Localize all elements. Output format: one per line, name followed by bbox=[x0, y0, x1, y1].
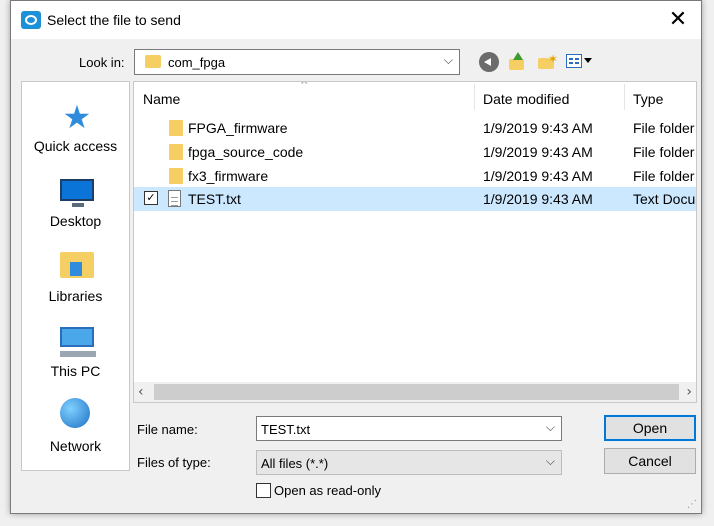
file-type-value: All files (*.*) bbox=[261, 456, 329, 471]
file-type: File folder bbox=[633, 144, 695, 160]
places-bar: ★ Quick access Desktop Libraries This PC… bbox=[21, 81, 130, 471]
open-button[interactable]: Open bbox=[604, 415, 696, 441]
row-checkbox[interactable]: ✓ bbox=[144, 191, 158, 205]
cancel-button[interactable]: Cancel bbox=[604, 448, 696, 474]
this-pc-icon bbox=[60, 327, 96, 357]
sort-ascending-icon: ^ bbox=[300, 81, 309, 91]
file-name-label: File name: bbox=[137, 422, 198, 437]
back-icon[interactable] bbox=[479, 52, 499, 72]
file-date: 1/9/2019 9:43 AM bbox=[483, 120, 593, 136]
column-header-type[interactable]: Type bbox=[633, 82, 663, 112]
folder-icon bbox=[145, 55, 161, 68]
place-label: Network bbox=[49, 438, 102, 454]
network-icon bbox=[60, 398, 90, 428]
resize-grip-icon[interactable]: ⋰ bbox=[687, 499, 697, 510]
place-label: Libraries bbox=[48, 288, 103, 304]
open-readonly-checkbox[interactable] bbox=[256, 483, 271, 498]
place-libraries[interactable]: Libraries bbox=[22, 238, 129, 312]
new-folder-icon[interactable]: ✶ bbox=[537, 52, 558, 72]
file-name: fpga_source_code bbox=[188, 144, 304, 160]
chevron-down-icon: ⌵ bbox=[443, 53, 453, 67]
file-type-select[interactable]: All files (*.*) ⌵ bbox=[256, 450, 562, 475]
place-quick-access[interactable]: ★ Quick access bbox=[22, 88, 129, 162]
place-network[interactable]: Network bbox=[22, 388, 129, 462]
file-name: fx3_firmware bbox=[188, 168, 269, 184]
file-date: 1/9/2019 9:43 AM bbox=[483, 168, 593, 184]
file-type: Text Docu bbox=[633, 191, 696, 207]
chevron-down-icon[interactable]: ⌵ bbox=[546, 420, 555, 435]
file-name: TEST.txt bbox=[188, 191, 241, 207]
look-in-combo[interactable]: com_fpga ⌵ bbox=[134, 49, 460, 75]
chevron-down-icon[interactable]: ⌵ bbox=[546, 454, 555, 469]
column-divider[interactable] bbox=[624, 84, 625, 110]
quick-access-icon: ★ bbox=[62, 98, 92, 136]
text-file-icon bbox=[168, 190, 181, 207]
close-button[interactable]: ✕ bbox=[655, 1, 701, 39]
folder-icon bbox=[169, 168, 183, 184]
file-type: File folder bbox=[633, 168, 695, 184]
file-name: FPGA_firmware bbox=[188, 120, 288, 136]
scroll-left-icon[interactable]: ‹ bbox=[138, 382, 144, 402]
up-folder-icon[interactable] bbox=[507, 52, 527, 72]
column-header-date[interactable]: Date modified bbox=[483, 82, 569, 112]
scroll-right-icon[interactable]: › bbox=[686, 382, 692, 402]
file-date: 1/9/2019 9:43 AM bbox=[483, 191, 593, 207]
place-label: This PC bbox=[50, 363, 101, 379]
file-open-dialog: Select the file to send ✕ Look in: com_f… bbox=[10, 0, 702, 514]
open-readonly-label[interactable]: Open as read-only bbox=[274, 483, 381, 498]
look-in-value: com_fpga bbox=[168, 55, 226, 70]
scrollbar-thumb[interactable] bbox=[154, 384, 679, 400]
folder-icon bbox=[169, 144, 183, 160]
libraries-icon bbox=[60, 252, 94, 278]
desktop-icon bbox=[60, 179, 94, 207]
place-this-pc[interactable]: This PC bbox=[22, 313, 129, 387]
view-menu-icon[interactable] bbox=[566, 52, 594, 72]
look-in-label: Look in: bbox=[79, 55, 125, 70]
column-divider[interactable] bbox=[474, 84, 475, 110]
dialog-title: Select the file to send bbox=[47, 12, 181, 28]
file-type: File folder bbox=[633, 120, 695, 136]
folder-icon bbox=[169, 120, 183, 136]
file-row[interactable]: fpga_source_code 1/9/2019 9:43 AM File f… bbox=[134, 140, 696, 164]
place-label: Quick access bbox=[33, 138, 118, 154]
horizontal-scrollbar[interactable]: ‹ › bbox=[134, 382, 696, 402]
file-date: 1/9/2019 9:43 AM bbox=[483, 144, 593, 160]
file-row-selected[interactable]: ✓ TEST.txt 1/9/2019 9:43 AM Text Docu bbox=[134, 187, 696, 211]
title-bar: Select the file to send ✕ bbox=[11, 1, 701, 39]
place-desktop[interactable]: Desktop bbox=[22, 163, 129, 237]
file-list[interactable]: ^ Name Date modified Type FPGA_firmware … bbox=[133, 81, 697, 403]
file-type-label: Files of type: bbox=[137, 455, 211, 470]
app-icon bbox=[21, 11, 41, 29]
file-row[interactable]: FPGA_firmware 1/9/2019 9:43 AM File fold… bbox=[134, 116, 696, 140]
file-row[interactable]: fx3_firmware 1/9/2019 9:43 AM File folde… bbox=[134, 164, 696, 188]
file-name-input[interactable]: TEST.txt ⌵ bbox=[256, 416, 562, 441]
file-name-value: TEST.txt bbox=[261, 422, 311, 437]
place-label: Desktop bbox=[49, 213, 102, 229]
column-header-name[interactable]: Name bbox=[143, 82, 180, 112]
